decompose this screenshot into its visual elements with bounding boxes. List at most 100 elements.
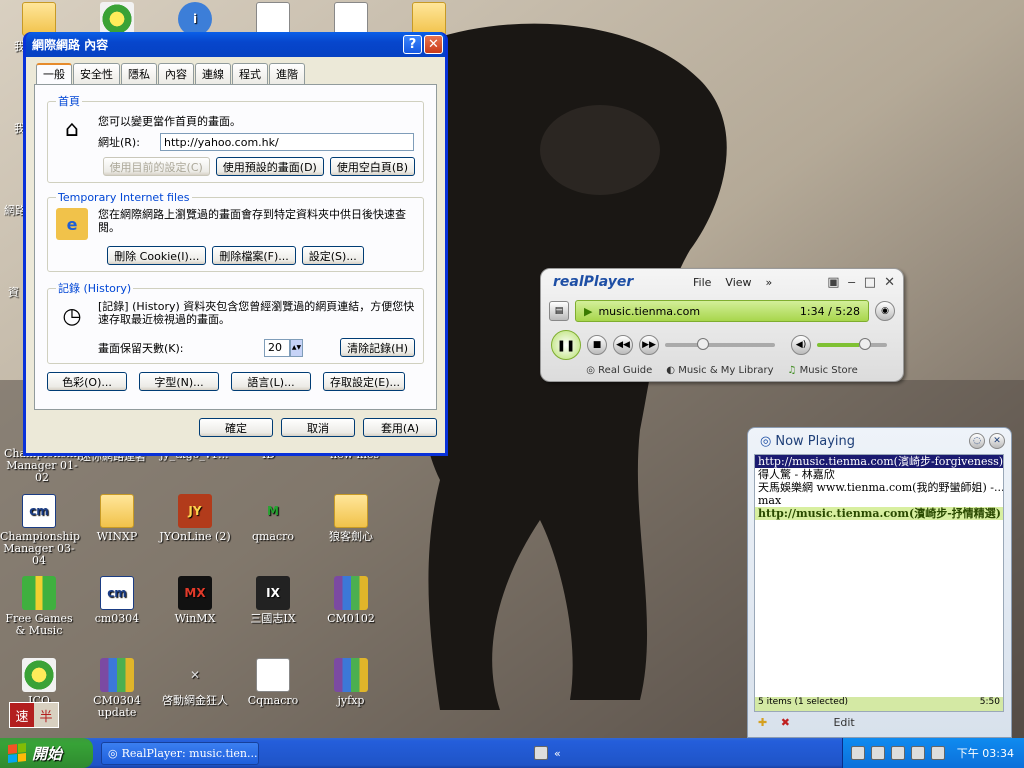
music-store-link[interactable]: ♫ Music Store [788, 365, 858, 376]
desktop-icon[interactable]: cm Championship Manager 03-04 [0, 494, 80, 567]
ok-button[interactable]: 確定 [199, 418, 273, 437]
use-default-button[interactable]: 使用預設的畫面(D) [215, 157, 324, 176]
real-guide-link[interactable]: ◎ Real Guide [586, 365, 652, 376]
volume-knob[interactable] [859, 338, 871, 350]
desktop-icon[interactable]: Free Games & Music [0, 576, 78, 637]
desktop-icon[interactable]: jyfxp [312, 658, 390, 707]
rar-icon [334, 576, 368, 610]
previous-button[interactable]: ◀◀ [613, 335, 633, 355]
desktop-icon-label: Cqmacro [247, 694, 299, 707]
playlist-item[interactable]: 得人驚 - 林嘉欣 [755, 468, 1003, 481]
language-bar-icon[interactable] [534, 746, 549, 760]
seek-slider[interactable] [665, 338, 775, 350]
playlist-item[interactable]: 天馬娛樂網 www.tienma.com(我的野蠻師姐) -... [755, 481, 1003, 494]
colors-button[interactable]: 色彩(O)... [47, 372, 127, 391]
desktop-icon-label: WinMX [174, 612, 216, 625]
days-spinner[interactable]: ▲▼ [290, 338, 303, 357]
close-button[interactable]: ✕ [424, 35, 443, 54]
tab-advanced[interactable]: 進階 [269, 63, 305, 84]
desktop-icon[interactable]: JY JYOnLine (2) [156, 494, 234, 543]
restore-icon[interactable]: ◌ [969, 433, 985, 449]
volume-slider[interactable] [817, 338, 887, 350]
minimize-icon[interactable]: ‒ [848, 275, 856, 290]
realplayer-titlebar[interactable]: realPlayer File View » ▣ ‒ □ ✕ [541, 269, 903, 295]
delete-cookies-button[interactable]: 刪除 Cookie(I)... [107, 246, 207, 265]
tab-security[interactable]: 安全性 [73, 63, 120, 84]
apply-button[interactable]: 套用(A) [363, 418, 437, 437]
info-icon: i [178, 2, 212, 36]
expand-tray-icon[interactable]: « [554, 747, 561, 760]
remove-icon[interactable]: ✖ [781, 716, 790, 729]
tab-connections[interactable]: 連線 [195, 63, 231, 84]
tray-antivirus-icon[interactable] [890, 746, 905, 760]
maximize-icon[interactable]: □ [864, 275, 876, 290]
stop-button[interactable]: ■ [587, 335, 607, 355]
desktop-icon[interactable]: cm cm0304 [78, 576, 156, 625]
playlist-duration: 5:50 [979, 697, 1000, 707]
now-playing-titlebar[interactable]: ◎ Now Playing ◌ ✕ [748, 428, 1011, 454]
next-button[interactable]: ▶▶ [639, 335, 659, 355]
playlist-icon[interactable]: ▤ [549, 301, 569, 321]
desktop-icon[interactable]: CM0102 [312, 576, 390, 625]
desktop-icon-label: 三國志IX [250, 612, 296, 625]
address-input[interactable] [160, 133, 414, 151]
tab-privacy[interactable]: 隱私 [121, 63, 157, 84]
menu-file[interactable]: File [693, 276, 711, 289]
use-current-button[interactable]: 使用目前的設定(C) [102, 157, 210, 176]
add-icon[interactable]: ✚ [758, 716, 767, 729]
tray-network-icon[interactable] [850, 746, 865, 760]
tray-volume-icon[interactable] [910, 746, 925, 760]
desktop-icon-label: Free Games & Music [5, 612, 73, 637]
dialog-titlebar[interactable]: 網際網路 內容 ? ✕ [26, 32, 445, 57]
speaker-icon[interactable]: ◀) [791, 335, 811, 355]
desktop-icon[interactable]: MX WinMX [156, 576, 234, 625]
ime-width[interactable]: 半 [34, 703, 58, 727]
system-tray: 下午 03:34 [841, 738, 1024, 768]
languages-button[interactable]: 語言(L)... [231, 372, 311, 391]
ime-toolbar[interactable]: 速 半 [9, 702, 59, 728]
tray-app-icon[interactable] [870, 746, 885, 760]
desktop-icon[interactable]: CM0304 update [78, 658, 156, 719]
tab-programs[interactable]: 程式 [232, 63, 268, 84]
home-desc: 您可以變更當作首頁的畫面。 [98, 115, 241, 128]
cancel-button[interactable]: 取消 [281, 418, 355, 437]
days-input[interactable] [264, 338, 290, 357]
playlist-item[interactable]: max [755, 494, 1003, 507]
playlist-item[interactable]: http://music.tienma.com(濱崎步-forgiveness) [755, 455, 1003, 468]
menu-view[interactable]: View [725, 276, 751, 289]
clear-history-button[interactable]: 清除記錄(H) [340, 338, 415, 357]
delete-files-button[interactable]: 刪除檔案(F)... [212, 246, 296, 265]
close-icon[interactable]: ✕ [884, 275, 895, 290]
ime-mode[interactable]: 速 [10, 703, 34, 727]
desktop-icon[interactable]: IX 三國志IX [234, 576, 312, 625]
pause-button[interactable]: ❚❚ [551, 330, 581, 360]
toolbar-mode-icon[interactable]: ▣ [827, 275, 839, 290]
desktop-icon[interactable]: ✕ 啓動網金狂人 [156, 658, 234, 707]
desktop-icon[interactable]: 狼客劍心 [312, 494, 390, 543]
tab-content[interactable]: 內容 [158, 63, 194, 84]
home-page-legend: 首頁 [58, 95, 80, 108]
playlist-toolbar: ✚ ✖ Edit [758, 716, 855, 729]
clock[interactable]: 下午 03:34 [957, 745, 1014, 761]
settings-button[interactable]: 設定(S)... [301, 246, 364, 265]
close-icon[interactable]: ✕ [989, 433, 1005, 449]
taskbar-realplayer-button[interactable]: ◎ RealPlayer: music.tien... [101, 741, 259, 765]
music-library-link[interactable]: ◐ Music & My Library [666, 365, 773, 376]
use-blank-button[interactable]: 使用空白頁(B) [329, 157, 415, 176]
desktop-icon[interactable]: WINXP [78, 494, 156, 543]
help-button[interactable]: ? [403, 35, 422, 54]
globe-icon[interactable]: ◉ [875, 301, 895, 321]
edit-menu[interactable]: Edit [833, 716, 854, 729]
tab-general[interactable]: 一般 [36, 63, 72, 86]
desktop-icon[interactable]: ICQ [0, 658, 78, 707]
accessibility-button[interactable]: 存取設定(E)... [323, 372, 405, 391]
desktop-icon[interactable]: Mqmacro [234, 494, 312, 543]
desktop-icon[interactable]: Cqmacro [234, 658, 312, 707]
playlist-item-playing[interactable]: http://music.tienma.com(濱崎步-抒情精選) [755, 507, 1003, 520]
start-button[interactable]: 開始 [0, 738, 93, 768]
seek-knob[interactable] [696, 338, 709, 350]
fonts-button[interactable]: 字型(N)... [139, 372, 219, 391]
tray-realplayer-icon[interactable] [930, 746, 945, 760]
menu-more[interactable]: » [766, 276, 773, 289]
internet-options-dialog: 網際網路 內容 ? ✕ 一般 安全性 隱私 內容 連線 程式 進階 首頁 ⌂ 您… [23, 32, 448, 456]
